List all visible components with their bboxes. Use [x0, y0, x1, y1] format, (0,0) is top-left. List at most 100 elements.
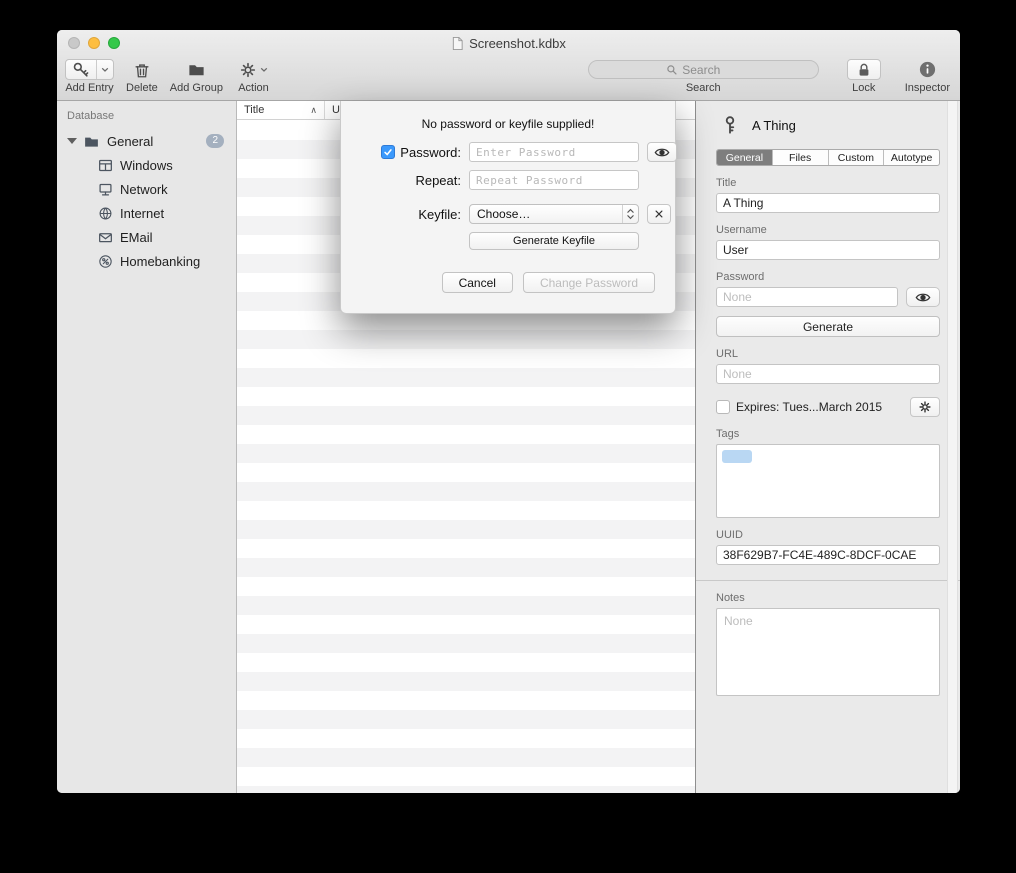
- column-title-label: Title: [244, 104, 264, 116]
- folder-plus-icon: [183, 59, 210, 80]
- expires-label: Expires: Tues...March 2015: [736, 400, 882, 414]
- dialog-reveal-password-button[interactable]: [647, 142, 677, 162]
- document-proxy-icon: [451, 36, 464, 51]
- tab-files[interactable]: Files: [772, 150, 828, 165]
- percent-coin-icon: [98, 254, 113, 269]
- generate-keyfile-button[interactable]: Generate Keyfile: [469, 232, 639, 250]
- column-header-title[interactable]: Title ∧: [237, 101, 325, 119]
- sidebar-item-label: Internet: [120, 206, 164, 221]
- inspector-label: Inspector: [905, 82, 950, 94]
- window-title: Screenshot.kdbx: [469, 36, 566, 51]
- sidebar: Database General 2 Windows Network: [57, 101, 237, 793]
- chevron-down-icon: [260, 67, 268, 72]
- content-area: Database General 2 Windows Network: [57, 101, 960, 793]
- sidebar-item-homebanking[interactable]: Homebanking: [57, 249, 236, 273]
- url-field[interactable]: [716, 364, 940, 384]
- notes-field[interactable]: None: [716, 608, 940, 696]
- close-button[interactable]: [68, 37, 80, 49]
- sidebar-item-network[interactable]: Network: [57, 177, 236, 201]
- sidebar-item-label: Windows: [120, 158, 173, 173]
- tab-general[interactable]: General: [717, 150, 772, 165]
- expires-checkbox[interactable]: [716, 400, 730, 414]
- search-input-wrap[interactable]: [588, 60, 819, 79]
- uuid-field[interactable]: [716, 545, 940, 565]
- dialog-repeat-input[interactable]: [469, 170, 639, 190]
- entry-count-badge: 2: [206, 134, 224, 148]
- title-field[interactable]: [716, 193, 940, 213]
- tab-custom[interactable]: Custom: [828, 150, 884, 165]
- username-field[interactable]: [716, 240, 940, 260]
- disclosure-triangle-icon[interactable]: [67, 138, 77, 144]
- delete-label: Delete: [126, 82, 158, 94]
- dialog-password-label: Password:: [400, 145, 461, 160]
- reveal-password-button[interactable]: [906, 287, 940, 307]
- add-entry-label: Add Entry: [65, 82, 113, 94]
- lock-button[interactable]: Lock: [847, 58, 881, 94]
- traffic-lights: [68, 37, 120, 49]
- sidebar-item-label: EMail: [120, 230, 153, 245]
- window-chrome: Screenshot.kdbx Add Entry: [57, 30, 960, 101]
- column-username-label: U: [332, 104, 340, 116]
- zoom-button[interactable]: [108, 37, 120, 49]
- inspector-divider: [696, 580, 960, 581]
- add-group-label: Add Group: [170, 82, 223, 94]
- mail-icon: [98, 230, 113, 245]
- entry-title: A Thing: [752, 118, 796, 133]
- keyfile-popup[interactable]: Choose…: [469, 204, 639, 224]
- change-password-button[interactable]: Change Password: [523, 272, 655, 293]
- clear-keyfile-button[interactable]: [647, 204, 671, 224]
- padlock-icon: [847, 59, 881, 80]
- key-icon: [720, 114, 740, 136]
- search-input[interactable]: [682, 63, 740, 77]
- gear-icon: [239, 61, 257, 79]
- search-group: Search: [588, 58, 819, 94]
- sidebar-section-header: Database: [57, 108, 236, 129]
- chevron-down-icon[interactable]: [96, 60, 113, 79]
- titlebar[interactable]: Screenshot.kdbx: [57, 30, 960, 56]
- sidebar-group-label: General: [107, 134, 153, 149]
- tags-box[interactable]: [716, 444, 940, 518]
- search-label: Search: [686, 82, 721, 94]
- tag-chip[interactable]: [722, 450, 752, 463]
- folder-icon: [83, 133, 100, 150]
- dialog-repeat-label: Repeat:: [415, 173, 461, 188]
- delete-button[interactable]: Delete: [126, 58, 158, 94]
- popup-arrows-icon: [622, 205, 638, 223]
- tab-autotype[interactable]: Autotype: [883, 150, 939, 165]
- username-field-label: Username: [716, 224, 940, 236]
- password-checkbox[interactable]: [381, 145, 395, 159]
- url-field-label: URL: [716, 348, 940, 360]
- generate-password-button[interactable]: Generate: [716, 316, 940, 337]
- inspector-scrollbar[interactable]: [947, 101, 958, 793]
- sidebar-item-label: Network: [120, 182, 168, 197]
- key-plus-icon: [66, 60, 96, 79]
- toolbar: Add Entry Delete Add Group: [57, 56, 960, 100]
- uuid-label: UUID: [716, 529, 940, 541]
- notes-label: Notes: [716, 592, 940, 604]
- dialog-keyfile-label: Keyfile:: [418, 207, 461, 222]
- expires-settings-button[interactable]: [910, 397, 940, 417]
- sidebar-group-general[interactable]: General 2: [57, 129, 236, 153]
- inspector-tabs: General Files Custom Autotype: [716, 149, 940, 166]
- tags-label: Tags: [716, 428, 940, 440]
- sidebar-item-internet[interactable]: Internet: [57, 201, 236, 225]
- app-window: Screenshot.kdbx Add Entry: [57, 30, 960, 793]
- sidebar-item-windows[interactable]: Windows: [57, 153, 236, 177]
- dialog-password-input[interactable]: [469, 142, 639, 162]
- minimize-button[interactable]: [88, 37, 100, 49]
- action-button[interactable]: Action: [235, 58, 272, 94]
- cancel-button[interactable]: Cancel: [442, 272, 513, 293]
- globe-icon: [98, 206, 113, 221]
- action-label: Action: [238, 82, 269, 94]
- password-field-label: Password: [716, 271, 940, 283]
- network-icon: [98, 182, 113, 197]
- sidebar-item-email[interactable]: EMail: [57, 225, 236, 249]
- trash-icon: [129, 59, 155, 80]
- password-field[interactable]: [716, 287, 898, 307]
- inspector-toggle-button[interactable]: Inspector: [905, 58, 950, 94]
- inspector-panel: A Thing General Files Custom Autotype Ti…: [696, 101, 960, 793]
- add-entry-button[interactable]: Add Entry: [65, 58, 114, 94]
- add-group-button[interactable]: Add Group: [170, 58, 223, 94]
- sort-ascending-icon: ∧: [310, 105, 317, 116]
- sidebar-item-label: Homebanking: [120, 254, 200, 269]
